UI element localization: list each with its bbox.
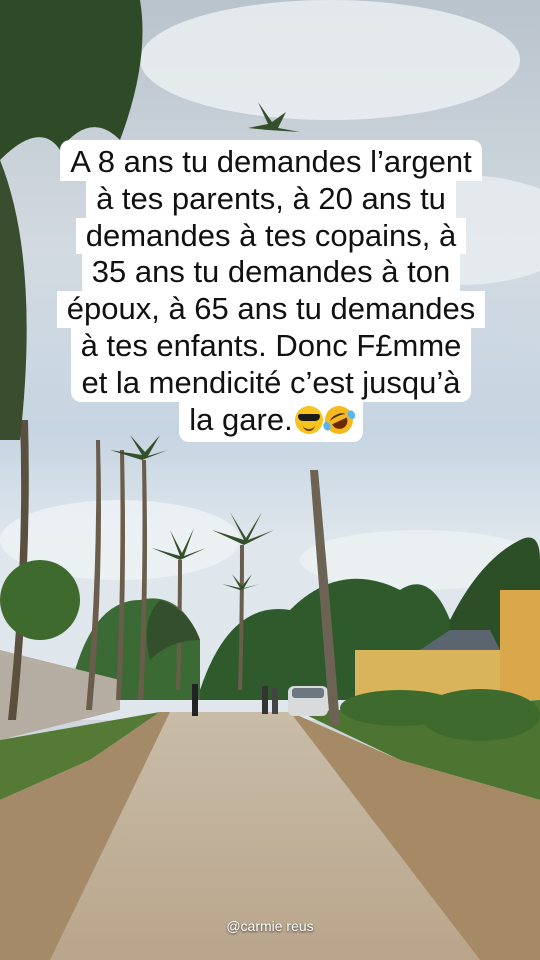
caption-line: demandes à tes copains, à xyxy=(75,217,467,255)
caption-line: époux, à 65 ans tu demandes xyxy=(56,291,486,328)
caption-line: 35 ans tu demandes à ton xyxy=(81,254,461,292)
caption-line: la gare. xyxy=(189,401,293,437)
cloud xyxy=(140,0,520,120)
caption-line: à tes parents, à 20 ans tu xyxy=(86,180,456,218)
building-tower xyxy=(500,590,540,700)
person xyxy=(192,684,198,716)
caption-line: A 8 ans tu demandes l’argent xyxy=(60,140,482,181)
car-window xyxy=(292,688,324,698)
watermark: @carmie reus xyxy=(226,918,314,934)
rofl-emoji-icon xyxy=(320,400,358,439)
caption-line: à tes enfants. Donc F£mme xyxy=(70,327,472,365)
person xyxy=(262,686,268,714)
caption-last-line: la gare. xyxy=(179,400,363,443)
caption-line: et la mendicité c’est jusqu’à xyxy=(71,364,471,402)
caption: A 8 ans tu demandes l’argent à tes paren… xyxy=(30,140,512,443)
person xyxy=(272,688,278,714)
sunglasses-emoji-icon xyxy=(294,405,323,434)
